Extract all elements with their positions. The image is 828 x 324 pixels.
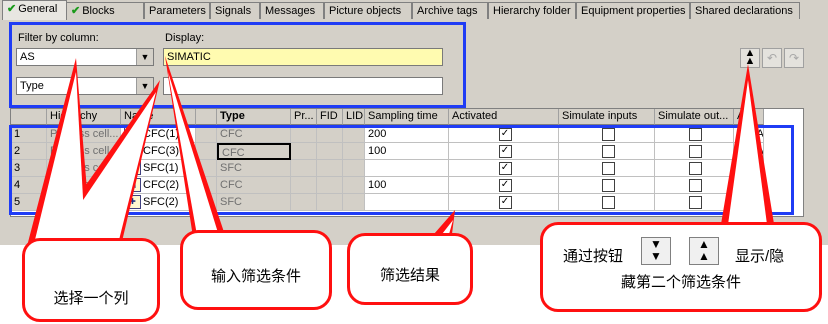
callout-filter-result: 筛选结果	[347, 233, 473, 305]
double-chevron-down-icon: ▼ ▼	[641, 237, 671, 265]
double-chevron-up-icon: ▲ ▲	[689, 237, 719, 265]
callout-select-column: 选择一个列	[22, 238, 160, 322]
callout-toggle-filter: 通过按钮 ▼ ▼ ▲ ▲ 显示/隐 藏第二个筛选条件	[540, 222, 822, 312]
callout-enter-filter: 输入筛选条件	[180, 230, 332, 310]
